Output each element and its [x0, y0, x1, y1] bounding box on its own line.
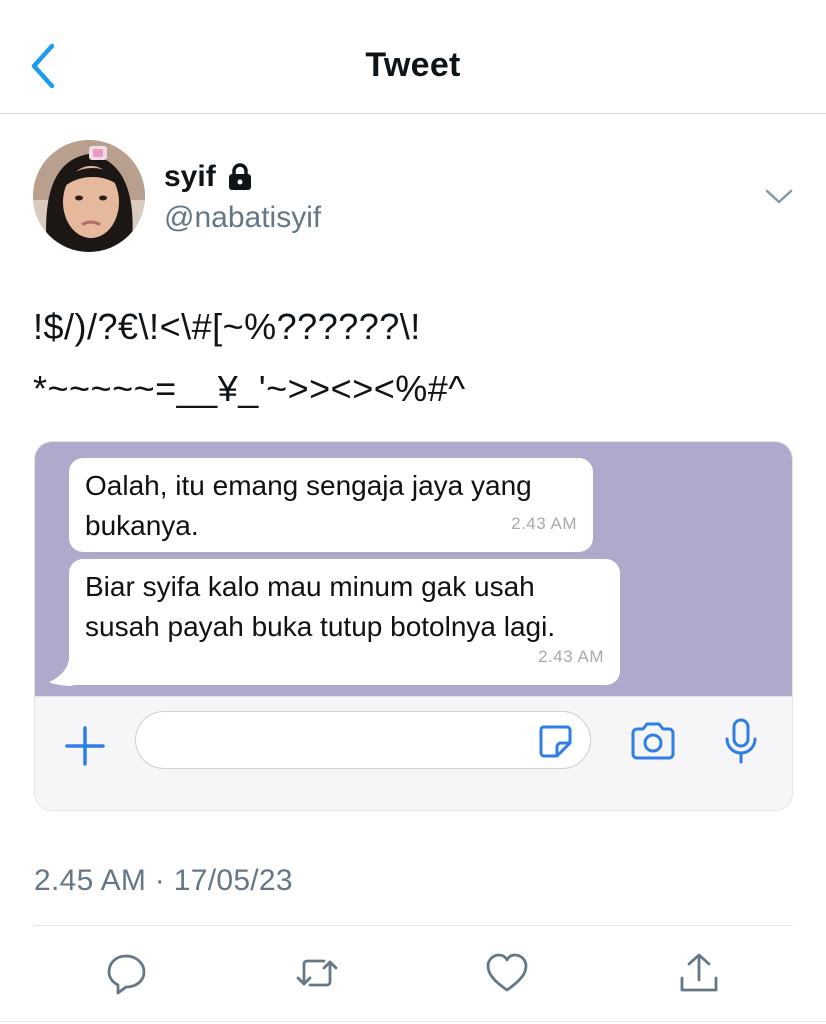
message-line: susah payah buka tutup botolnya lagi. — [85, 611, 556, 642]
camera-button — [629, 721, 677, 761]
plus-icon — [65, 726, 105, 766]
tweet-timestamp[interactable]: 2.45 AM · 17/05/23 — [34, 864, 293, 898]
chat-message: Oalah, itu emang sengaja jaya yang bukan… — [69, 458, 593, 552]
message-line: bukanya. — [85, 510, 199, 541]
heart-icon — [486, 953, 528, 992]
chevron-down-icon — [765, 189, 793, 204]
reply-icon — [107, 954, 146, 995]
like-button[interactable] — [484, 950, 530, 996]
tweet-media-image[interactable]: Oalah, itu emang sengaja jaya yang bukan… — [34, 441, 793, 811]
nav-bar: Tweet — [0, 0, 826, 114]
share-button[interactable] — [676, 950, 722, 996]
tweet-text: !$/)/?€\!<\#[~%??????\! *~~~~~=__¥_'~>><… — [33, 296, 793, 420]
microphone-icon — [725, 718, 757, 764]
lock-icon — [228, 163, 251, 190]
tweet-text-line: *~~~~~=__¥_'~>><><%#^ — [33, 368, 466, 409]
chat-message: Biar syifa kalo mau minum gak usah susah… — [69, 559, 620, 685]
sticker-button — [537, 723, 573, 759]
message-time: 2.43 AM — [511, 514, 577, 533]
avatar[interactable] — [33, 140, 145, 252]
display-name[interactable]: syif — [164, 160, 216, 194]
tweet-menu-button[interactable] — [762, 182, 796, 210]
divider — [0, 1021, 826, 1022]
chat-composer — [35, 696, 792, 810]
tweet-text-line: !$/)/?€\!<\#[~%??????\! — [33, 306, 421, 347]
message-time: 2.43 AM — [538, 647, 604, 666]
avatar-image — [33, 140, 145, 252]
retweet-icon — [296, 959, 338, 987]
divider — [34, 925, 793, 926]
tweet-detail-screen: Tweet syif @nabatisyif !$/)/?€\!<\#[~%??… — [0, 0, 826, 1024]
camera-icon — [631, 722, 675, 760]
handle[interactable]: @nabatisyif — [164, 201, 321, 235]
message-line: Biar syifa kalo mau minum gak usah — [85, 571, 535, 602]
author-name-row[interactable]: syif — [164, 160, 254, 194]
retweet-button[interactable] — [294, 950, 340, 996]
page-title: Tweet — [365, 46, 461, 84]
message-line: Oalah, itu emang sengaja jaya yang — [85, 470, 532, 501]
message-input — [135, 711, 591, 769]
microphone-button — [723, 717, 759, 765]
sticker-icon — [539, 725, 572, 758]
share-icon — [680, 953, 718, 992]
reply-button[interactable] — [104, 950, 150, 996]
attach-button — [63, 724, 107, 768]
